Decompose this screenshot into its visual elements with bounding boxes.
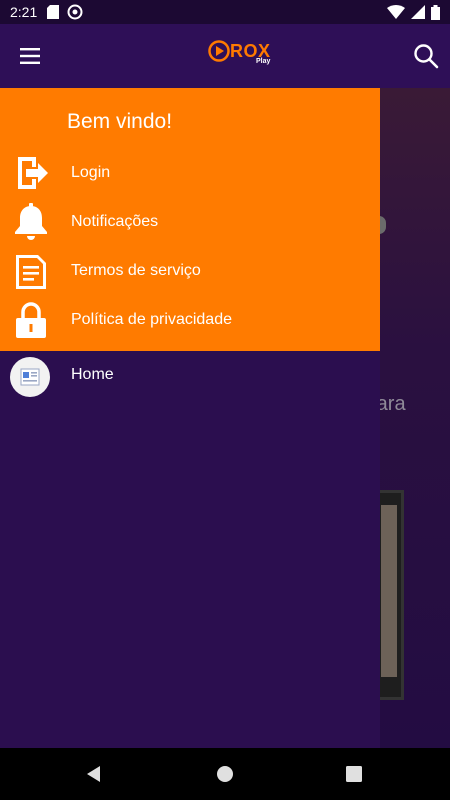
app-logo: ROX Play: [208, 40, 271, 65]
nav-recents-button[interactable]: [342, 762, 366, 786]
drawer-item-login[interactable]: Login: [0, 149, 380, 197]
drawer-item-privacy[interactable]: Política de privacidade: [0, 296, 380, 344]
drawer-item-notifications[interactable]: Notificações: [0, 198, 380, 246]
navigation-drawer: Bem vindo! Login Notificações Termos de …: [0, 88, 380, 748]
recents-icon: [346, 766, 362, 782]
menu-button[interactable]: [18, 44, 44, 68]
status-bar: 2:21: [0, 0, 450, 24]
signal-icon: [411, 5, 425, 19]
welcome-text: Bem vindo!: [67, 110, 173, 133]
drawer-item-home[interactable]: Home: [0, 351, 380, 399]
bell-icon: [15, 203, 47, 240]
logo-subtext: Play: [256, 58, 271, 65]
nav-home-button[interactable]: [213, 762, 237, 786]
drawer-item-terms[interactable]: Termos de serviço: [0, 247, 380, 295]
lock-icon: [16, 302, 46, 338]
login-icon: [18, 157, 48, 189]
sd-card-icon: [47, 5, 60, 19]
wifi-icon: [387, 5, 405, 19]
play-logo-icon: [208, 40, 230, 62]
drawer-item-label: Notificações: [71, 213, 159, 230]
drawer-header: Bem vindo! Login Notificações Termos de …: [0, 88, 380, 351]
hamburger-menu-icon: [20, 48, 40, 64]
drawer-item-label: Home: [71, 366, 114, 383]
search-button[interactable]: [412, 42, 440, 70]
drawer-item-label: Login: [71, 164, 111, 181]
drawer-item-label: Termos de serviço: [71, 262, 201, 279]
battery-icon: [431, 4, 440, 20]
search-icon: [414, 44, 439, 69]
home-page-icon: [10, 357, 50, 397]
drawer-item-label: Política de privacidade: [71, 311, 232, 328]
app-bar: ROX Play: [0, 24, 450, 88]
home-icon: [217, 766, 233, 782]
system-nav-bar: [0, 748, 450, 800]
document-icon: [16, 255, 46, 289]
back-icon: [87, 766, 100, 782]
sync-icon: [67, 4, 83, 20]
nav-back-button[interactable]: [82, 762, 106, 786]
status-time: 2:21: [10, 4, 38, 20]
